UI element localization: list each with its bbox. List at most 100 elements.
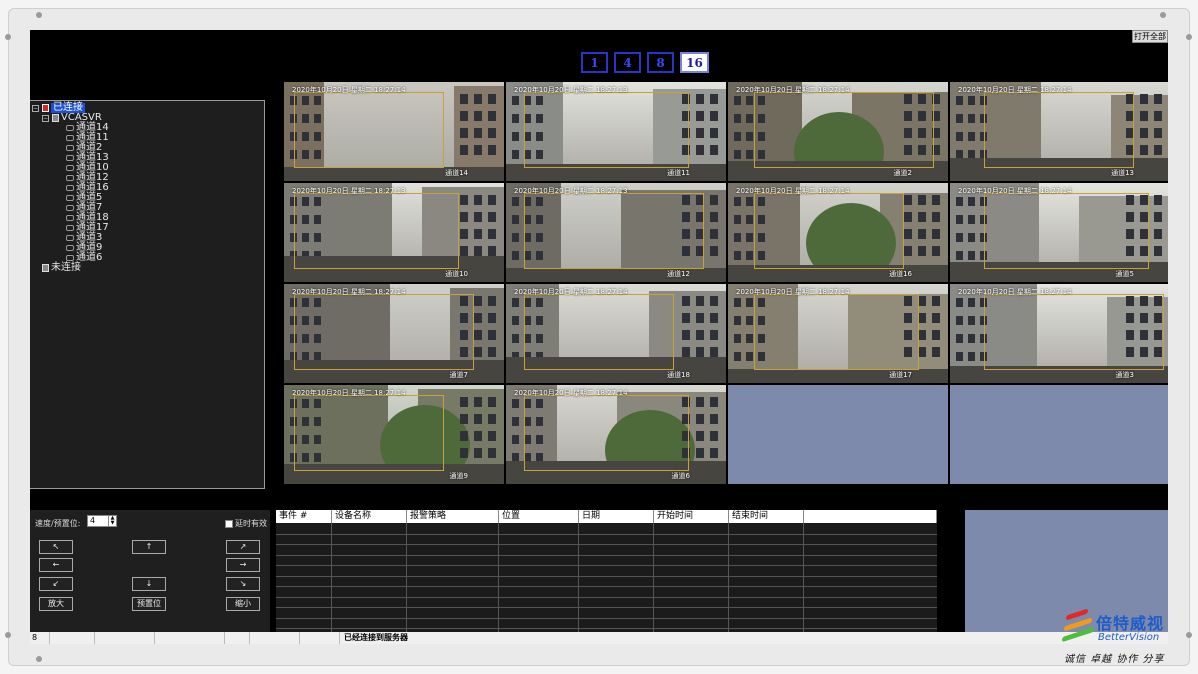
camera-channel-label: 通道3 [1115,371,1134,379]
camera-icon [66,195,74,201]
camera-timestamp: 2020年10月20日 星期二 18:27:14 [514,288,628,296]
event-column-header[interactable] [804,510,937,523]
video-cell[interactable]: 2020年10月20日 星期二 18:27:14 通道5 [950,183,1168,282]
tree-node-disconnected[interactable]: 未连接 [42,263,81,273]
camera-channel-label: 通道10 [445,270,468,278]
video-cell[interactable]: 2020年10月20日 星期二 18:27:13 通道10 [284,183,504,282]
camera-timestamp: 2020年10月20日 星期二 18:27:14 [958,288,1072,296]
camera-feed [728,284,948,383]
event-column-divider [653,523,654,632]
status-cell [50,632,95,644]
camera-icon [66,135,74,141]
event-row-divider [276,596,937,598]
zoom-in-button[interactable]: 放大 [39,597,73,611]
video-cell[interactable]: 2020年10月20日 星期二 18:27:14 通道14 [284,82,504,181]
frame-dot [36,12,42,18]
video-cell[interactable]: 2020年10月20日 星期二 18:27:13 通道12 [506,183,726,282]
camera-feed [284,82,504,181]
event-column-header[interactable]: 设备名称 [332,510,407,523]
event-column-header[interactable]: 开始时间 [654,510,729,523]
camera-channel-label: 通道14 [445,169,468,177]
video-cell[interactable]: 2020年10月20日 星期二 18:27:14 通道6 [506,385,726,484]
camera-icon [66,165,74,171]
camera-feed [284,284,504,383]
video-cell[interactable]: 2020年10月20日 星期二 18:27:14 通道18 [506,284,726,383]
event-row-divider [276,575,937,577]
status-cell [225,632,250,644]
ptz-down-left-button[interactable]: ↙ [39,577,73,591]
empty-video-cell[interactable] [728,385,948,484]
event-row-divider [276,617,937,619]
video-cell[interactable]: 2020年10月20日 星期二 18:27:13 通道11 [506,82,726,181]
collapse-icon[interactable]: − [42,114,49,122]
layout-16-button[interactable]: 16 [680,52,709,73]
collapse-icon[interactable]: − [32,104,39,112]
disconnected-icon [42,264,49,272]
frame-dot [5,34,11,40]
camera-icon [66,245,74,251]
event-row-divider [276,586,937,587]
camera-channel-label: 通道9 [449,472,468,480]
logo-slogan: 诚信 卓越 协作 分享 [1064,654,1165,665]
camera-timestamp: 2020年10月20日 星期二 18:27:14 [958,86,1072,94]
camera-timestamp: 2020年10月20日 星期二 18:27:14 [736,86,850,94]
ptz-down-right-button[interactable]: ↘ [226,577,260,591]
camera-channel-label: 通道5 [1115,270,1134,278]
layout-1-button[interactable]: 1 [581,52,608,73]
frame-dot [1186,34,1192,40]
camera-channel-label: 通道13 [1111,169,1134,177]
open-all-button[interactable]: 打开全部 [1132,30,1168,43]
ptz-panel: 速度/预置位: 4 ▲ ▼ 延时有效 ↖ ↑ ↗ ← → ↙ ↓ ↘ 放大 预置位… [30,510,270,632]
spin-arrows-icon[interactable]: ▲ ▼ [108,516,116,526]
speed-label: 速度/预置位: [35,519,81,528]
layout-8-button[interactable]: 8 [647,52,674,73]
camera-timestamp: 2020年10月20日 星期二 18:27:14 [292,389,406,397]
camera-channel-label: 通道17 [889,371,912,379]
ptz-up-right-button[interactable]: ↗ [226,540,260,554]
bettervision-logo: 倍特威视 BetterVision 诚信 卓越 协作 分享 [1062,604,1192,668]
camera-icon [66,175,74,181]
video-cell[interactable]: 2020年10月20日 星期二 18:27:14 通道2 [728,82,948,181]
event-row-divider [276,628,937,629]
video-cell[interactable]: 2020年10月20日 星期二 18:27:14 通道3 [950,284,1168,383]
ptz-up-left-button[interactable]: ↖ [39,540,73,554]
ptz-right-button[interactable]: → [226,558,260,572]
delay-checkbox[interactable] [225,519,233,528]
camera-channel-label: 通道2 [893,169,912,177]
status-cell: 8 [30,632,50,644]
event-row-divider [276,565,937,566]
frame-dot [5,632,11,638]
event-column-header[interactable]: 报警策略 [407,510,499,523]
zoom-out-button[interactable]: 缩小 [226,597,260,611]
video-cell[interactable]: 2020年10月20日 星期二 18:27:14 通道17 [728,284,948,383]
video-cell[interactable]: 2020年10月20日 星期二 18:27:14 通道7 [284,284,504,383]
ptz-up-button[interactable]: ↑ [132,540,166,554]
camera-feed [728,183,948,282]
video-cell[interactable]: 2020年10月20日 星期二 18:27:14 通道16 [728,183,948,282]
event-column-header[interactable]: 事件 # [276,510,332,523]
event-column-header[interactable]: 结束时间 [729,510,804,523]
event-table-body[interactable] [276,523,937,632]
camera-timestamp: 2020年10月20日 星期二 18:27:14 [292,86,406,94]
preset-button[interactable]: 预置位 [132,597,166,611]
speed-spinbox[interactable]: 4 ▲ ▼ [87,515,117,527]
camera-channel-label: 通道11 [667,169,690,177]
camera-timestamp: 2020年10月20日 星期二 18:27:14 [736,187,850,195]
ptz-left-button[interactable]: ← [39,558,73,572]
event-column-header[interactable]: 日期 [579,510,654,523]
video-cell[interactable]: 2020年10月20日 星期二 18:27:14 通道13 [950,82,1168,181]
speed-value: 4 [90,516,96,525]
logo-name-en: BetterVision [1098,632,1160,643]
event-row-divider [276,554,937,556]
layout-4-button[interactable]: 4 [614,52,641,73]
event-column-header[interactable]: 位置 [499,510,579,523]
camera-icon [66,235,74,241]
status-cell [300,632,340,644]
frame-dot [1160,12,1166,18]
server-icon [52,114,59,122]
video-cell[interactable]: 2020年10月20日 星期二 18:27:14 通道9 [284,385,504,484]
delay-checkbox-row[interactable]: 延时有效 [225,518,267,529]
connected-icon [42,104,49,112]
ptz-down-button[interactable]: ↓ [132,577,166,591]
empty-video-cell[interactable] [950,385,1168,484]
